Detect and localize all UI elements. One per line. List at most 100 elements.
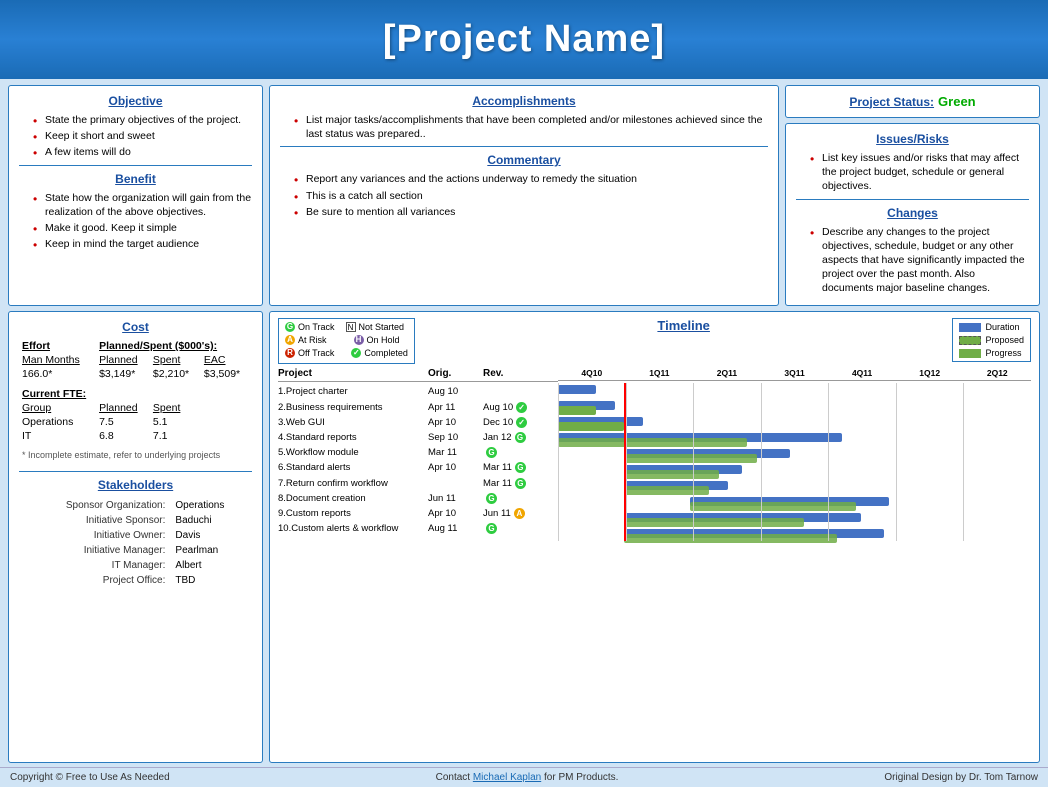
fte-ops-spent: 5.1: [150, 415, 201, 429]
stakeholders-title: Stakeholders: [19, 478, 252, 492]
contact: Contact Michael Kaplan for PM Products.: [436, 772, 619, 783]
gantt-row: 8.Document creationJun 11G: [278, 491, 558, 506]
cost-footnote: * Incomplete estimate, refer to underlyi…: [19, 449, 252, 461]
legend-off-track: R Off Track ✓ Completed: [285, 347, 408, 358]
rev-date: Dec 10✓: [483, 415, 538, 430]
stakeholder-label: Initiative Owner:: [21, 529, 169, 542]
on-hold-label: On Hold: [367, 335, 400, 345]
contact-pre: Contact: [436, 772, 473, 783]
orig-date: Apr 10: [428, 415, 483, 430]
orig-date: Mar 11: [428, 445, 483, 460]
benefit-list: State how the organization will gain fro…: [19, 191, 252, 252]
gantt-row: 9.Custom reportsApr 10Jun 11A: [278, 506, 558, 521]
today-line: [624, 383, 626, 541]
rev-date: G: [483, 447, 538, 458]
orig-date: Apr 10: [428, 460, 483, 475]
green-bar: [558, 438, 747, 447]
objective-list: State the primary objectives of the proj…: [19, 113, 252, 160]
rev-date: G: [483, 523, 538, 534]
not-started-label: Not Started: [359, 322, 405, 332]
rev-date: Jun 11A: [483, 506, 538, 521]
orig-date: Apr 10: [428, 506, 483, 521]
fte-col-spent: Spent: [150, 401, 201, 415]
green-bar: [558, 406, 596, 415]
contact-post: for PM Products.: [541, 772, 618, 783]
list-item: List key issues and/or risks that may af…: [810, 151, 1029, 194]
fte-col-planned: Planned: [96, 401, 150, 415]
legend-duration: Duration: [959, 322, 1024, 332]
at-risk-label: At Risk: [298, 335, 327, 345]
stakeholder-value: TBD: [171, 574, 250, 587]
bar-row: [558, 399, 1031, 413]
status-dot: ✓: [516, 417, 527, 428]
stakeholder-value: Davis: [171, 529, 250, 542]
stakeholder-label: Project Office:: [21, 574, 169, 587]
stakeholder-value: Albert: [171, 559, 250, 572]
status-legend: G On Track N Not Started A At Risk H: [278, 318, 415, 364]
gantt-row: 5.Workflow moduleMar 11G: [278, 445, 558, 460]
bar-row: [558, 527, 1031, 541]
benefit-title: Benefit: [19, 172, 252, 186]
project-status-value: Green: [938, 94, 976, 109]
stakeholder-value: Pearlman: [171, 544, 250, 557]
status-dot: A: [514, 508, 525, 519]
bar-row: [558, 511, 1031, 525]
grid-line: [558, 383, 559, 541]
project-name: 7.Return confirm workflow: [278, 476, 428, 491]
right-panel: Project Status: Green Issues/Risks List …: [785, 85, 1040, 306]
table-row: Initiative Sponsor: Baduchi: [21, 514, 250, 527]
changes-list: Describe any changes to the project obje…: [796, 225, 1029, 296]
changes-title: Changes: [796, 206, 1029, 220]
issues-risks-list: List key issues and/or risks that may af…: [796, 151, 1029, 194]
issues-risks-panel: Issues/Risks List key issues and/or risk…: [785, 123, 1040, 306]
project-name: 2.Business requirements: [278, 400, 428, 415]
gantt-left: Project Orig. Rev. 1.Project charterAug …: [278, 368, 558, 543]
not-started-dot: N: [346, 322, 356, 332]
grid-line: [693, 383, 694, 541]
orig-date: Aug 10: [428, 384, 483, 399]
page-title: [Project Name]: [20, 18, 1028, 61]
row-planned: $3,149*: [96, 367, 150, 381]
rev-date: G: [483, 493, 538, 504]
col-header-orig: Orig.: [428, 368, 483, 379]
on-hold-dot-container: H: [352, 334, 364, 345]
list-item: State the primary objectives of the proj…: [33, 113, 252, 127]
grid-line: [761, 383, 762, 541]
planned-spent-label: Planned/Spent ($000's):: [96, 339, 252, 353]
status-dot: G: [486, 447, 497, 458]
top-row: Objective State the primary objectives o…: [8, 85, 1040, 306]
page: [Project Name] Objective State the prima…: [0, 0, 1048, 787]
gantt-row: 10.Custom alerts & workflowAug 11G: [278, 521, 558, 536]
bottom-row: Cost Effort Planned/Spent ($000's): Man …: [8, 311, 1040, 763]
quarter-2q11: 2Q11: [693, 368, 761, 378]
table-row: Project Office: TBD: [21, 574, 250, 587]
row-eac: $3,509*: [201, 367, 252, 381]
header: [Project Name]: [0, 0, 1048, 79]
completed-label: Completed: [364, 348, 408, 358]
col-header-project: Project: [278, 368, 428, 379]
orig-date: Sep 10: [428, 430, 483, 445]
on-track-label: On Track: [298, 322, 335, 332]
col-planned: Planned: [96, 353, 150, 367]
fte-it-group: IT: [19, 429, 96, 443]
gantt-quarters-header: 4Q10 1Q11 2Q11 3Q11 4Q11 1Q12 2Q12: [558, 368, 1031, 381]
progress-label: Progress: [985, 348, 1021, 358]
project-name: 5.Workflow module: [278, 445, 428, 460]
quarter-4q10: 4Q10: [558, 368, 626, 378]
quarter-3q11: 3Q11: [761, 368, 829, 378]
off-track-label: Off Track: [298, 348, 334, 358]
legend-on-track: G On Track N Not Started: [285, 322, 408, 332]
cost-table: Effort Planned/Spent ($000's): Man Month…: [19, 339, 252, 461]
gantt-rows: 1.Project charterAug 102.Business requir…: [278, 384, 558, 536]
stakeholder-label: Sponsor Organization:: [21, 499, 169, 512]
project-name: 6.Standard alerts: [278, 460, 428, 475]
list-item: Describe any changes to the project obje…: [810, 225, 1029, 296]
contact-link[interactable]: Michael Kaplan: [473, 772, 541, 783]
issues-risks-title: Issues/Risks: [796, 132, 1029, 146]
table-row: Initiative Owner: Davis: [21, 529, 250, 542]
fte-it-spent: 7.1: [150, 429, 201, 443]
objective-benefit-panel: Objective State the primary objectives o…: [8, 85, 263, 306]
orig-date: Aug 11: [428, 521, 483, 536]
project-status-label: Project Status:: [849, 95, 934, 109]
proposed-label: Proposed: [985, 335, 1024, 345]
